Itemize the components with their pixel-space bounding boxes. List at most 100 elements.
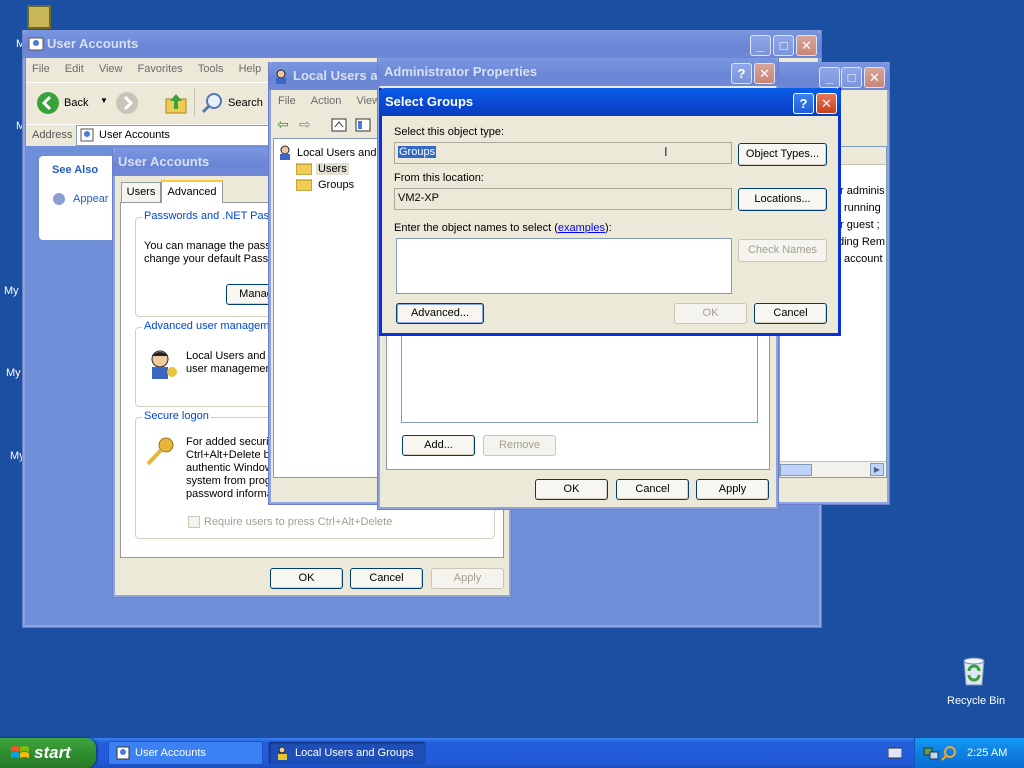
select-groups-dialog: Select Groups ? ✕ Select this object typ… [379,88,841,336]
close-button[interactable]: ✕ [864,67,885,88]
key-icon [146,437,174,466]
back-arrow-icon[interactable]: ⇦ [277,116,289,133]
search-icon [201,93,222,114]
remove-button[interactable]: Remove [483,435,556,456]
lusrmgr-toolbar: ⇦ ⇨ [273,114,383,136]
location-label: From this location: [394,172,484,184]
menu-file[interactable]: File [26,60,56,78]
maximize-button[interactable]: □ [773,35,794,56]
recycle-bin[interactable]: Recycle Bin [940,655,1008,710]
select-groups-title: Select Groups [385,94,474,109]
select-groups-titlebar[interactable]: Select Groups [379,88,841,116]
desktop-shortcut-icon[interactable] [27,5,51,29]
help-button[interactable]: ? [793,93,814,114]
show-hide-tree-icon[interactable] [355,118,371,132]
menu-tools[interactable]: Tools [192,60,230,78]
lusrmgr-root-icon [280,145,290,160]
users-management-icon [151,350,177,379]
menu-favorites[interactable]: Favorites [132,60,189,78]
ok-button[interactable]: OK [535,479,608,500]
folder-icon [296,179,312,191]
cancel-button[interactable]: Cancel [350,568,423,589]
horizontal-scrollbar[interactable]: ▶ [780,461,886,477]
clock[interactable]: 2:25 AM [967,747,1007,759]
forward-arrow-icon[interactable]: ⇨ [299,116,311,133]
tab-users[interactable]: Users [121,182,161,202]
search-icon[interactable] [941,745,957,761]
menu-file[interactable]: File [272,92,302,110]
user-accounts-icon [28,37,44,51]
appearance-icon [53,193,65,205]
user-accounts-titlebar[interactable]: User Accounts [23,30,821,58]
description-cell: running [844,202,881,214]
tree-pane: Local Users and G Users Groups [273,138,388,478]
taskbar-user-accounts[interactable]: User Accounts [108,741,263,765]
tree-root[interactable]: Local Users and G [297,147,388,159]
scroll-right-icon[interactable]: ▶ [870,463,884,476]
start-button[interactable]: start [0,738,96,768]
object-types-button[interactable]: Object Types... [738,143,827,166]
description-cell: ding Rem [838,236,886,248]
apply-button[interactable]: Apply [431,568,504,589]
up-level-icon[interactable] [331,118,347,132]
add-button[interactable]: Add... [402,435,475,456]
object-names-label: Enter the object names to select (exampl… [394,222,612,234]
apply-button[interactable]: Apply [696,479,769,500]
object-type-field: Groups [394,142,732,164]
passwords-group-label: Passwords and .NET Passp [142,210,283,222]
admin-props-titlebar[interactable]: Administrator Properties [378,58,778,86]
forward-arrow-icon[interactable] [115,91,139,115]
secure-logon-group-label: Secure logon [142,410,211,422]
desktop-icon-label[interactable]: My [4,285,19,297]
menu-edit[interactable]: Edit [59,60,90,78]
object-names-input[interactable] [396,238,732,294]
appearance-link[interactable]: Appear [73,193,108,205]
locations-button[interactable]: Locations... [738,188,827,211]
windows-logo-icon [11,746,29,758]
back-dropdown-icon[interactable]: ▼ [100,96,108,105]
back-button[interactable]: Back ▼ [34,89,112,117]
description-cell: r guest ; [840,219,880,231]
network-icon[interactable] [923,745,939,761]
close-button[interactable]: ✕ [754,63,775,84]
desktop-icon-label[interactable]: My [6,367,21,379]
menu-action[interactable]: Action [305,92,348,110]
ok-button[interactable]: OK [674,303,747,324]
close-button[interactable]: ✕ [796,35,817,56]
tree-item-users[interactable]: Users [316,163,349,175]
user-accounts-icon [116,746,130,760]
minimize-button[interactable]: _ [750,35,771,56]
menu-view[interactable]: View [93,60,129,78]
taskbar-local-users-groups[interactable]: Local Users and Groups [268,741,426,765]
window-title: User Accounts [47,36,139,51]
help-button[interactable]: ? [731,63,752,84]
tab-advanced[interactable]: Advanced [161,180,223,203]
check-names-button[interactable]: Check Names [738,239,827,262]
examples-link[interactable]: examples [558,222,605,234]
cancel-button[interactable]: Cancel [616,479,689,500]
minimize-button[interactable]: _ [819,67,840,88]
tree-item-groups[interactable]: Groups [318,179,354,191]
ctrl-alt-del-checkbox[interactable] [188,516,200,528]
see-also-panel: See Also Appear [39,156,115,240]
lusrmgr-icon [278,746,287,760]
cancel-button[interactable]: Cancel [754,303,827,324]
maximize-button[interactable]: □ [841,67,862,88]
dialog-title: User Accounts [118,154,210,169]
location-field: VM2-XP [394,188,732,210]
close-button[interactable]: ✕ [816,93,837,114]
text-cursor-icon: I [664,144,668,159]
advanced-group-label: Advanced user manageme [142,320,278,332]
menu-help[interactable]: Help [233,60,268,78]
admin-props-title: Administrator Properties [384,64,538,79]
search-button[interactable]: Search [198,89,268,117]
up-folder-icon[interactable] [164,91,188,115]
ctrl-alt-del-label: Require users to press Ctrl+Alt+Delete [204,516,393,528]
ok-button[interactable]: OK [270,568,343,589]
secure-logon-text: For added securit Ctrl+Alt+Delete b auth… [186,436,273,500]
passwords-text: You can manage the pass change your defa… [144,240,275,265]
taskbar: start User Accounts Local Users and Grou… [0,738,1024,768]
advanced-button[interactable]: Advanced... [396,303,484,324]
keyboard-icon[interactable] [888,747,902,759]
lusrmgr-icon [276,69,286,84]
